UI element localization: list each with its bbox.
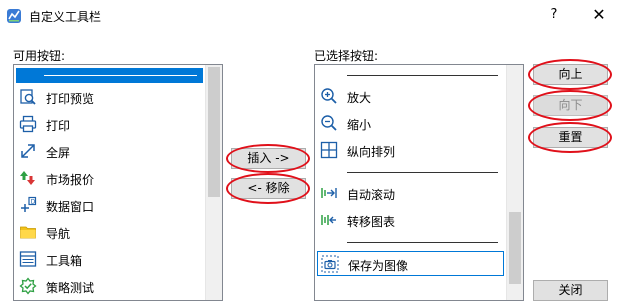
zoom-in-icon [321,88,337,104]
list-item-label: 工具箱 [46,254,83,268]
list-item-selected[interactable]: 保存为图像 [317,251,504,276]
list-item[interactable]: 市场报价 [16,166,203,191]
print-preview-icon [20,89,36,105]
list-item[interactable]: 纵向排列 [317,138,504,163]
tile-vertically-icon [320,141,338,159]
svg-text:D: D [31,199,36,206]
list-item[interactable]: 工具箱 [16,247,203,272]
list-item-label: 数据窗口 [46,200,95,214]
move-up-button[interactable]: 向上 [533,64,608,85]
app-icon [7,9,21,23]
list-item-label: 自动滚动 [347,188,396,202]
list-item-label: 打印预览 [46,92,95,106]
close-button[interactable]: 关闭 [533,280,608,301]
available-buttons-list[interactable]: 打印预览 打印 全屏 市场报价 D 数据窗口 导航 工具箱 策略测试 [13,64,223,301]
folder-icon [20,226,36,239]
strategy-tester-icon [19,277,37,295]
list-item-label: 转移图表 [347,215,396,229]
separator-item[interactable] [317,68,504,83]
data-window-icon: D [21,196,37,212]
list-item[interactable]: 打印 [16,112,203,137]
toolbox-icon [19,251,37,267]
scrollbar-thumb[interactable] [509,212,521,284]
selected-list-scrollbar[interactable] [506,65,523,300]
help-button[interactable]: ? [544,5,564,25]
close-window-button[interactable]: ✕ [589,5,609,25]
auto-scroll-icon [321,188,337,198]
list-item-label: 保存为图像 [348,259,409,273]
list-item[interactable]: 打印预览 [16,85,203,110]
separator-item[interactable] [16,68,203,83]
zoom-out-icon [321,115,337,131]
list-item-label: 放大 [347,91,372,105]
selected-buttons-list[interactable]: 放大 缩小 纵向排列 自动滚动 转移图表 保存为图像 [314,64,524,301]
reset-button[interactable]: 重置 [533,127,608,148]
list-item-label: 市场报价 [46,173,95,187]
list-item[interactable]: 转移图表 [317,208,504,233]
window-title: 自定义工具栏 [29,10,102,24]
camera-icon [321,255,339,273]
scrollbar-thumb[interactable] [208,67,220,197]
separator-item[interactable] [317,235,504,250]
available-buttons-label: 可用按钮: [13,49,66,63]
list-item-label: 纵向排列 [347,145,396,159]
list-item[interactable]: 全屏 [16,139,203,164]
list-item[interactable]: 导航 [16,220,203,245]
list-item-label: 全屏 [46,146,71,160]
selected-buttons-label: 已选择按钮: [314,49,379,63]
list-item-label: 导航 [46,227,71,241]
remove-button[interactable]: <- 移除 [231,178,306,199]
available-list-scrollbar[interactable] [205,65,222,300]
list-item-label: 缩小 [347,118,372,132]
separator-item[interactable] [317,165,504,180]
title-bar: 自定义工具栏 ? ✕ [0,0,622,31]
chart-shift-icon [321,215,336,225]
market-quotes-icon [20,171,35,185]
list-item[interactable]: 缩小 [317,111,504,136]
list-item-label: 打印 [46,119,71,133]
list-item[interactable]: 策略测试 [16,274,203,299]
list-item[interactable]: D 数据窗口 [16,193,203,218]
fullscreen-icon [21,144,35,158]
list-item[interactable]: 放大 [317,84,504,109]
printer-icon [19,115,37,133]
move-down-button[interactable]: 向下 [533,95,608,116]
list-item[interactable]: 自动滚动 [317,181,504,206]
list-item-label: 策略测试 [46,281,95,295]
insert-button[interactable]: 插入 -> [231,148,306,169]
